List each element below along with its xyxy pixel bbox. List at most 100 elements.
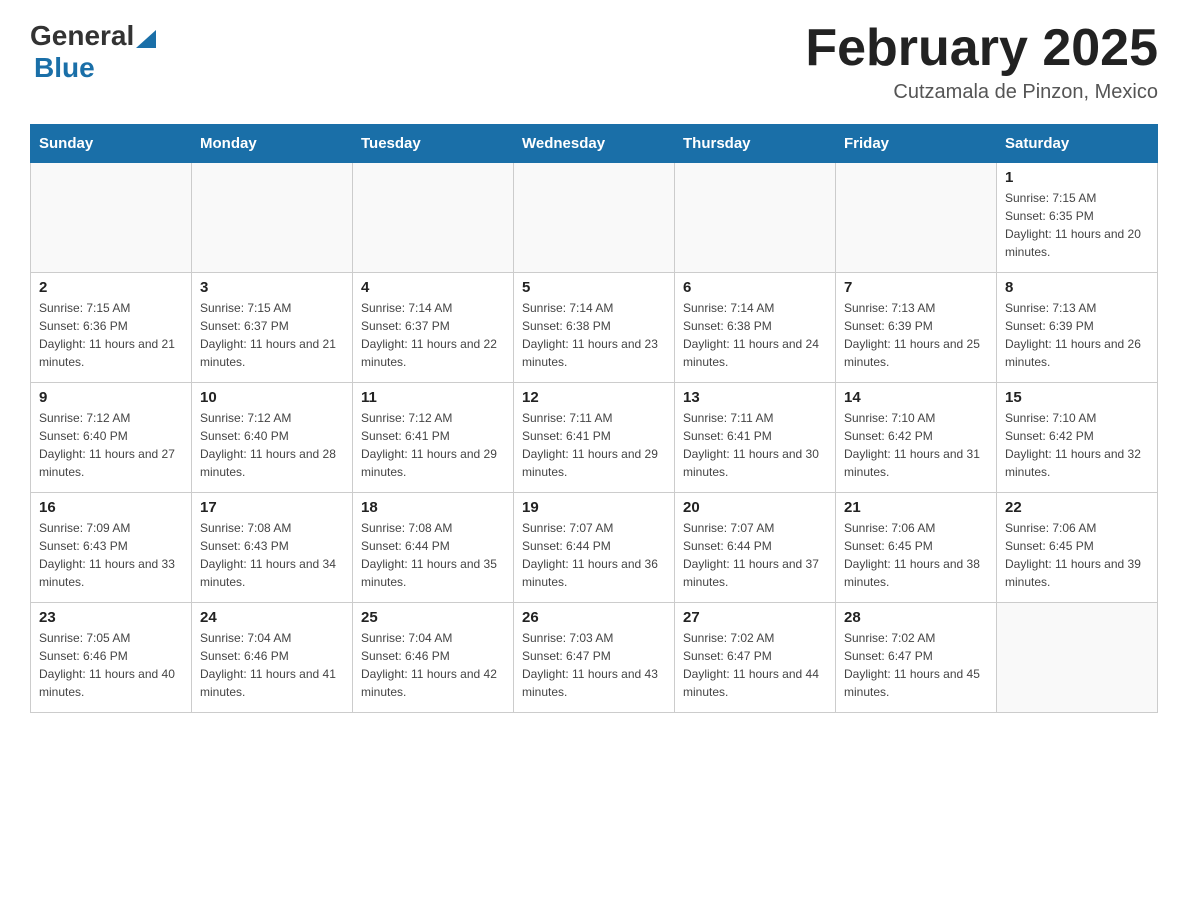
day-number: 9 [39,389,183,406]
calendar-cell [997,603,1158,713]
day-number: 12 [522,389,666,406]
calendar-cell: 19 Sunrise: 7:07 AMSunset: 6:44 PMDayligh… [514,493,675,603]
day-info: Sunrise: 7:12 AMSunset: 6:40 PMDaylight:… [39,409,183,481]
calendar-cell: 2 Sunrise: 7:15 AMSunset: 6:36 PMDaylight… [31,273,192,383]
calendar-week-5: 23 Sunrise: 7:05 AMSunset: 6:46 PMDayligh… [31,603,1158,713]
calendar-table: SundayMondayTuesdayWednesdayThursdayFrid… [30,124,1158,713]
calendar-cell: 10 Sunrise: 7:12 AMSunset: 6:40 PMDayligh… [192,383,353,493]
calendar-cell [675,163,836,273]
logo-general-text: General [30,20,134,52]
day-number: 23 [39,609,183,626]
calendar-cell: 8 Sunrise: 7:13 AMSunset: 6:39 PMDaylight… [997,273,1158,383]
day-header-saturday: Saturday [997,125,1158,163]
day-info: Sunrise: 7:07 AMSunset: 6:44 PMDaylight:… [522,519,666,591]
day-number: 10 [200,389,344,406]
calendar-cell: 13 Sunrise: 7:11 AMSunset: 6:41 PMDayligh… [675,383,836,493]
header-title-area: February 2025 Cutzamala de Pinzon, Mexic… [805,20,1158,104]
page-header: General Blue February 2025 Cutzamala de … [30,20,1158,104]
calendar-cell [514,163,675,273]
day-info: Sunrise: 7:06 AMSunset: 6:45 PMDaylight:… [844,519,988,591]
day-info: Sunrise: 7:11 AMSunset: 6:41 PMDaylight:… [683,409,827,481]
day-header-thursday: Thursday [675,125,836,163]
day-header-monday: Monday [192,125,353,163]
calendar-cell: 28 Sunrise: 7:02 AMSunset: 6:47 PMDayligh… [836,603,997,713]
calendar-cell: 24 Sunrise: 7:04 AMSunset: 6:46 PMDayligh… [192,603,353,713]
day-number: 2 [39,279,183,296]
day-info: Sunrise: 7:14 AMSunset: 6:38 PMDaylight:… [522,299,666,371]
day-number: 20 [683,499,827,516]
day-info: Sunrise: 7:12 AMSunset: 6:41 PMDaylight:… [361,409,505,481]
day-info: Sunrise: 7:04 AMSunset: 6:46 PMDaylight:… [200,629,344,701]
day-info: Sunrise: 7:10 AMSunset: 6:42 PMDaylight:… [844,409,988,481]
day-info: Sunrise: 7:13 AMSunset: 6:39 PMDaylight:… [1005,299,1149,371]
day-number: 15 [1005,389,1149,406]
calendar-cell: 22Sunrise: 7:06 AMSunset: 6:45 PMDayligh… [997,493,1158,603]
day-number: 17 [200,499,344,516]
logo: General Blue [30,20,156,84]
calendar-week-4: 16 Sunrise: 7:09 AMSunset: 6:43 PMDayligh… [31,493,1158,603]
day-info: Sunrise: 7:15 AMSunset: 6:37 PMDaylight:… [200,299,344,371]
calendar-week-3: 9 Sunrise: 7:12 AMSunset: 6:40 PMDaylight… [31,383,1158,493]
day-number: 28 [844,609,988,626]
day-number: 16 [39,499,183,516]
day-info: Sunrise: 7:09 AMSunset: 6:43 PMDaylight:… [39,519,183,591]
day-info: Sunrise: 7:10 AMSunset: 6:42 PMDaylight:… [1005,409,1149,481]
calendar-cell: 11 Sunrise: 7:12 AMSunset: 6:41 PMDayligh… [353,383,514,493]
day-info: Sunrise: 7:05 AMSunset: 6:46 PMDaylight:… [39,629,183,701]
location-subtitle: Cutzamala de Pinzon, Mexico [805,81,1158,104]
calendar-week-1: 1 Sunrise: 7:15 AMSunset: 6:35 PMDaylight… [31,163,1158,273]
day-header-tuesday: Tuesday [353,125,514,163]
day-info: Sunrise: 7:15 AMSunset: 6:36 PMDaylight:… [39,299,183,371]
day-number: 19 [522,499,666,516]
day-number: 6 [683,279,827,296]
calendar-cell: 25 Sunrise: 7:04 AMSunset: 6:46 PMDayligh… [353,603,514,713]
day-number: 3 [200,279,344,296]
day-number: 21 [844,499,988,516]
calendar-cell: 17 Sunrise: 7:08 AMSunset: 6:43 PMDayligh… [192,493,353,603]
calendar-week-2: 2 Sunrise: 7:15 AMSunset: 6:36 PMDaylight… [31,273,1158,383]
calendar-cell: 4 Sunrise: 7:14 AMSunset: 6:37 PMDaylight… [353,273,514,383]
calendar-cell: 21 Sunrise: 7:06 AMSunset: 6:45 PMDayligh… [836,493,997,603]
calendar-cell: 16 Sunrise: 7:09 AMSunset: 6:43 PMDayligh… [31,493,192,603]
day-info: Sunrise: 7:12 AMSunset: 6:40 PMDaylight:… [200,409,344,481]
calendar-cell: 6Sunrise: 7:14 AMSunset: 6:38 PMDaylight… [675,273,836,383]
calendar-cell: 23 Sunrise: 7:05 AMSunset: 6:46 PMDayligh… [31,603,192,713]
calendar-cell: 9 Sunrise: 7:12 AMSunset: 6:40 PMDaylight… [31,383,192,493]
logo-arrow-icon [136,26,156,48]
day-header-sunday: Sunday [31,125,192,163]
day-info: Sunrise: 7:07 AMSunset: 6:44 PMDaylight:… [683,519,827,591]
calendar-cell: 18 Sunrise: 7:08 AMSunset: 6:44 PMDayligh… [353,493,514,603]
day-number: 5 [522,279,666,296]
day-info: Sunrise: 7:15 AMSunset: 6:35 PMDaylight:… [1005,189,1149,261]
day-number: 18 [361,499,505,516]
day-number: 24 [200,609,344,626]
logo-blue-text: Blue [34,52,95,83]
day-info: Sunrise: 7:02 AMSunset: 6:47 PMDaylight:… [844,629,988,701]
day-info: Sunrise: 7:08 AMSunset: 6:44 PMDaylight:… [361,519,505,591]
day-number: 11 [361,389,505,406]
calendar-cell: 3 Sunrise: 7:15 AMSunset: 6:37 PMDaylight… [192,273,353,383]
calendar-cell: 15 Sunrise: 7:10 AMSunset: 6:42 PMDayligh… [997,383,1158,493]
day-number: 27 [683,609,827,626]
day-info: Sunrise: 7:14 AMSunset: 6:37 PMDaylight:… [361,299,505,371]
day-number: 25 [361,609,505,626]
calendar-cell [353,163,514,273]
day-header-wednesday: Wednesday [514,125,675,163]
day-info: Sunrise: 7:11 AMSunset: 6:41 PMDaylight:… [522,409,666,481]
day-number: 1 [1005,169,1149,186]
day-info: Sunrise: 7:02 AMSunset: 6:47 PMDaylight:… [683,629,827,701]
day-number: 14 [844,389,988,406]
day-number: 8 [1005,279,1149,296]
calendar-cell: 27 Sunrise: 7:02 AMSunset: 6:47 PMDayligh… [675,603,836,713]
calendar-cell: 14 Sunrise: 7:10 AMSunset: 6:42 PMDayligh… [836,383,997,493]
calendar-cell: 20 Sunrise: 7:07 AMSunset: 6:44 PMDayligh… [675,493,836,603]
day-info: Sunrise: 7:03 AMSunset: 6:47 PMDaylight:… [522,629,666,701]
calendar-cell: 1 Sunrise: 7:15 AMSunset: 6:35 PMDaylight… [997,163,1158,273]
day-info: Sunrise: 7:04 AMSunset: 6:46 PMDaylight:… [361,629,505,701]
calendar-cell: 7Sunrise: 7:13 AMSunset: 6:39 PMDaylight… [836,273,997,383]
calendar-cell [31,163,192,273]
day-number: 4 [361,279,505,296]
day-info: Sunrise: 7:08 AMSunset: 6:43 PMDaylight:… [200,519,344,591]
day-info: Sunrise: 7:13 AMSunset: 6:39 PMDaylight:… [844,299,988,371]
day-number: 13 [683,389,827,406]
